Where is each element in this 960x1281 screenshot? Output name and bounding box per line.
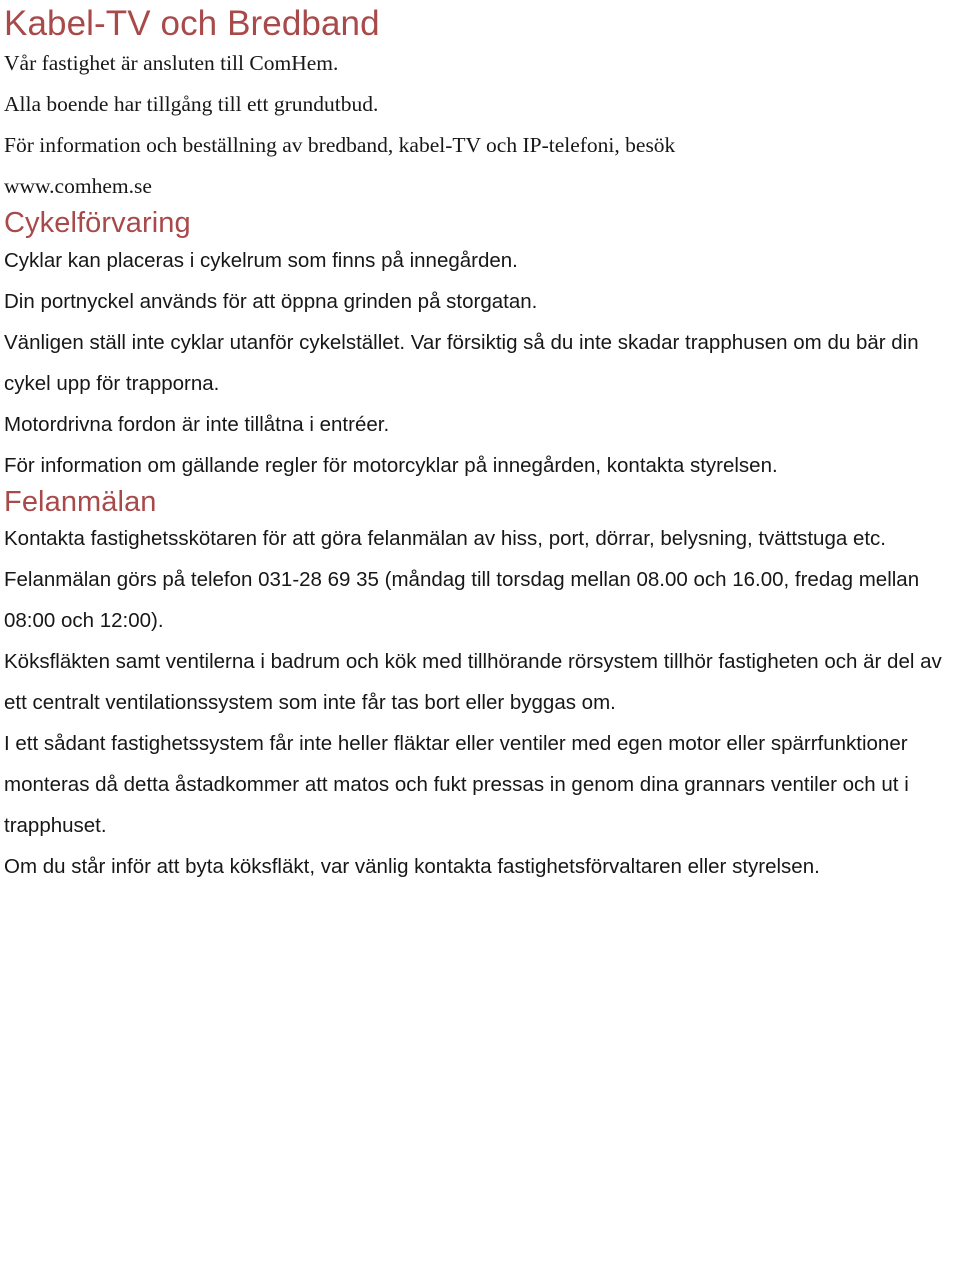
paragraph-motordrivna-fordon: Motordrivna fordon är inte tillåtna i en… <box>4 412 390 436</box>
paragraph-byta-koksflakt: Om du står inför att byta köksfläkt, var… <box>4 855 820 879</box>
section-heading-felanmalan: Felanmälan <box>4 485 157 518</box>
paragraph-grundutbud: Alla boende har tillgång till ett grundu… <box>4 92 379 117</box>
paragraph-cyklar-cykelrum: Cyklar kan placeras i cykelrum som finns… <box>4 248 518 272</box>
paragraph-felanmalan-kontakt: Kontakta fastighetsskötaren för att göra… <box>4 527 920 633</box>
website-comhem: www.comhem.se <box>4 174 152 199</box>
section-heading-kabel-tv: Kabel-TV och Bredband <box>4 4 380 43</box>
paragraph-bestallning-info: För information och beställning av bredb… <box>4 133 676 158</box>
section-heading-cykelforvaring: Cykelförvaring <box>4 207 191 240</box>
document-content: Kabel-TV och Bredband Vår fastighet är a… <box>4 0 952 887</box>
paragraph-cykelstallet-trapphus: Vänligen ställ inte cyklar utanför cykel… <box>4 330 919 395</box>
document-page: Kabel-TV och Bredband Vår fastighet är a… <box>0 0 960 1281</box>
paragraph-portnyckel-grind: Din portnyckel används för att öppna gri… <box>4 289 538 313</box>
paragraph-motorcyklar-styrelsen: För information om gällande regler för m… <box>4 453 778 477</box>
paragraph-fastighet-comhem: Vår fastighet är ansluten till ComHem. <box>4 51 339 76</box>
paragraph-flaktar-sparrfunktioner: I ett sådant fastighetssystem får inte h… <box>4 732 909 838</box>
paragraph-koksflakt-ventilation: Köksfläkten samt ventilerna i badrum och… <box>4 650 942 715</box>
